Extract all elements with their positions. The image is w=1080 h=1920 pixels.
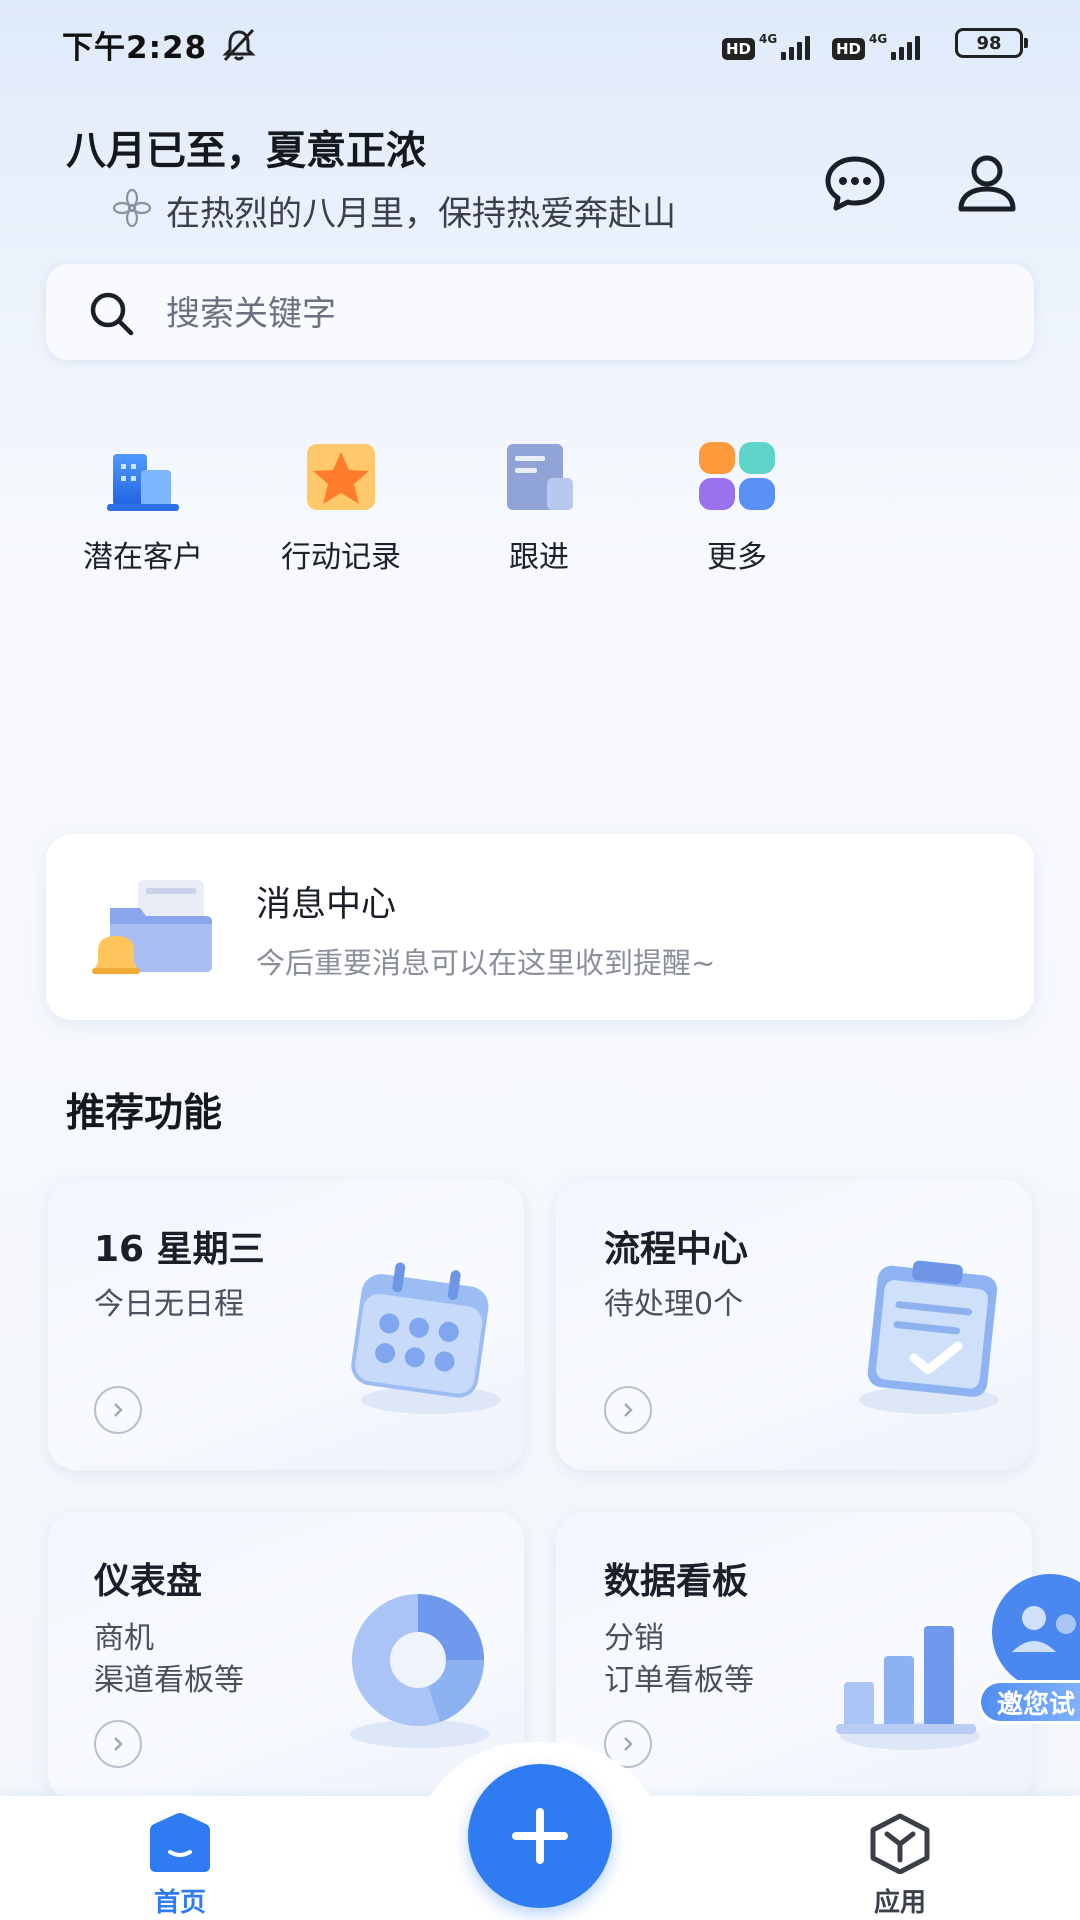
nav-apps[interactable]: 应用 [840,1812,960,1919]
battery-indicator: 98 [955,28,1028,58]
sim2-hd-badge: HD [832,38,866,60]
bell-off-icon [222,28,256,62]
feature-card-title: 数据看板 [604,1561,749,1602]
invite-label[interactable]: 邀您试 [978,1680,1080,1724]
quick-action-label: 更多 [707,540,767,575]
user-icon [958,155,1016,212]
quick-action-activity-records[interactable]: 行动记录 [256,440,426,576]
quick-action-label: 潜在客户 [83,540,203,575]
folder-bell-icon [92,880,212,974]
message-center-title: 消息中心 [256,885,397,925]
feature-card-subtitle-line1: 分销 [604,1621,664,1656]
sim2-network-label: 4G [869,32,888,46]
chevron-right-icon [114,1403,123,1417]
star-icon [307,444,375,510]
feature-card-subtitle: 今日无日程 [94,1287,244,1322]
status-bar: 下午2:28 HD 4G HD 4G 98 [0,0,1080,88]
nav-apps-label: 应用 [873,1888,926,1918]
nav-home-label: 首页 [153,1888,206,1918]
search-icon [90,292,134,336]
calendar-icon [351,1262,501,1414]
sim1-signal-bars-icon [781,32,811,60]
search-placeholder: 搜索关键字 [166,294,336,334]
battery-level: 98 [976,32,1002,54]
feature-card-arrow-button[interactable] [604,1386,652,1434]
message-chat-button[interactable] [816,144,894,222]
add-button[interactable] [468,1764,612,1908]
chevron-right-icon [624,1403,633,1417]
flower-icon [112,188,152,228]
document-icon [507,444,573,510]
quick-action-label: 跟进 [509,540,569,575]
quick-action-more[interactable]: 更多 [652,440,822,576]
quick-action-follow-up[interactable]: 跟进 [454,440,624,576]
grid-apps-icon [699,442,775,510]
recommended-section-title: 推荐功能 [66,1091,223,1136]
nav-home[interactable]: 首页 [120,1812,240,1919]
feature-card-arrow-button[interactable] [94,1386,142,1434]
profile-button[interactable] [948,144,1026,222]
feature-card-title: 16 星期三 [94,1229,265,1270]
sim1-hd-badge: HD [722,38,756,60]
cube-apps-icon [870,1813,930,1875]
plus-icon [512,1808,568,1864]
quick-action-label: 行动记录 [281,540,401,575]
greeting-title: 八月已至，夏意正浓 [66,128,426,174]
message-center-subtitle: 今后重要消息可以在这里收到提醒~ [256,946,716,980]
feature-card-subtitle-line2: 渠道看板等 [94,1663,244,1698]
sim1-network-label: 4G [759,32,778,46]
feature-card-subtitle: 待处理0个 [604,1287,744,1322]
feature-card-subtitle-line1: 商机 [94,1621,154,1656]
clipboard-check-icon [859,1260,999,1414]
feature-card-title: 流程中心 [604,1229,749,1270]
quick-action-potential-customers[interactable]: 潜在客户 [58,440,228,576]
sim2-signal: HD 4G [832,26,921,60]
sim1-signal: HD 4G [722,26,811,60]
chat-bubble-icon [825,156,885,211]
building-icon [107,454,179,511]
feature-card-subtitle-line2: 订单看板等 [604,1663,754,1698]
status-time: 下午2:28 [62,30,208,66]
feature-card-arrow-button[interactable] [94,1720,142,1768]
greeting-subtitle: 在热烈的八月里，保持热爱奔赴山 [166,194,676,234]
chevron-right-icon [114,1737,123,1751]
feature-card-title: 仪表盘 [94,1561,203,1602]
home-icon [150,1813,210,1872]
donut-chart-icon [350,1594,490,1748]
chevron-right-icon [624,1737,633,1751]
sim2-signal-bars-icon [891,32,921,60]
